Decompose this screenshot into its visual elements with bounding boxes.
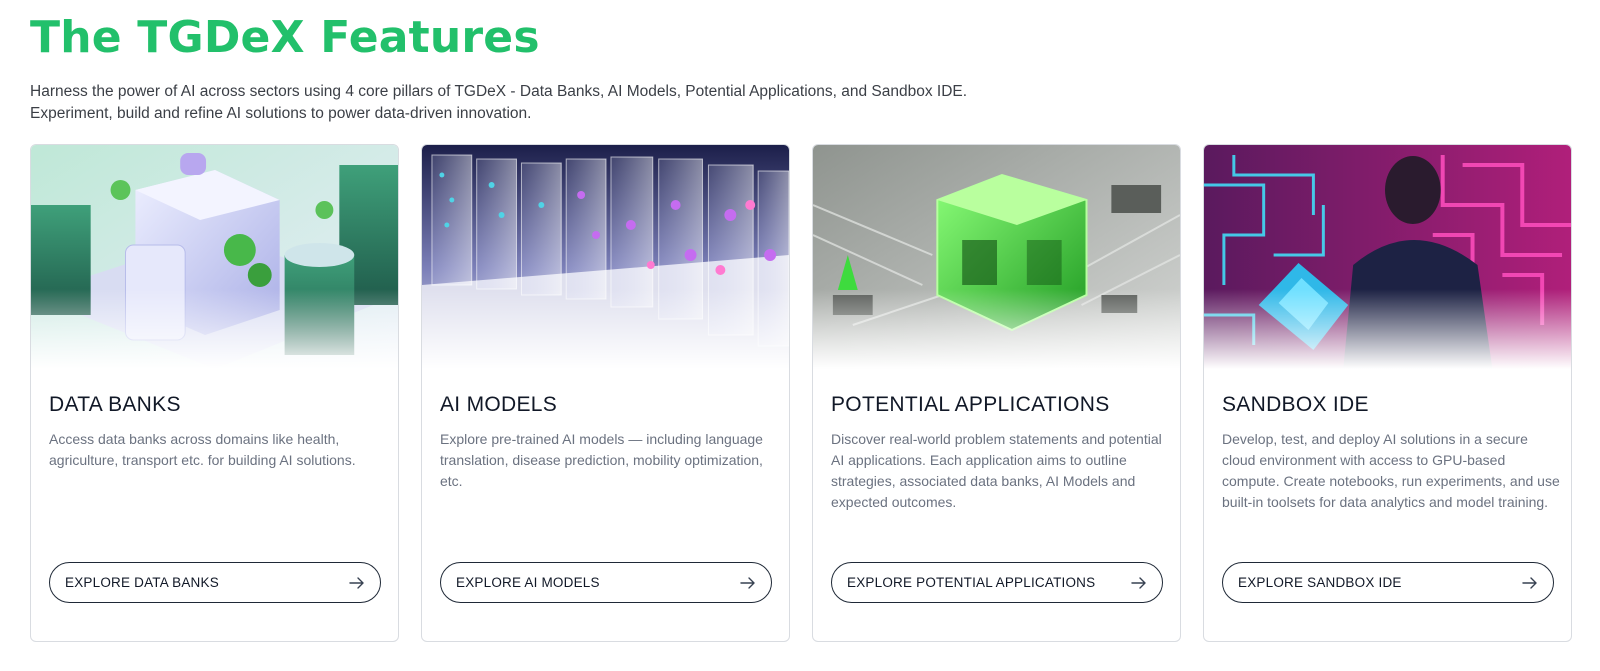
explore-potential-applications-button[interactable]: EXPLORE POTENTIAL APPLICATIONS bbox=[831, 562, 1163, 603]
card-ai-models: AI MODELS Explore pre-trained AI models … bbox=[421, 144, 790, 642]
button-label: EXPLORE AI MODELS bbox=[456, 575, 600, 590]
page-title: The TGDeX Features bbox=[30, 12, 540, 63]
card-title: POTENTIAL APPLICATIONS bbox=[831, 393, 1110, 416]
arrow-right-icon bbox=[1131, 576, 1146, 589]
button-label: EXPLORE DATA BANKS bbox=[65, 575, 219, 590]
button-label: EXPLORE POTENTIAL APPLICATIONS bbox=[847, 575, 1096, 590]
card-title: SANDBOX IDE bbox=[1222, 393, 1369, 416]
card-description: Access data banks across domains like he… bbox=[49, 431, 356, 468]
card-data-banks: DATA BANKS Access data banks across doma… bbox=[30, 144, 399, 642]
card-title: AI MODELS bbox=[440, 393, 558, 416]
intro-text: Harness the power of AI across sectors u… bbox=[30, 81, 1030, 125]
intro-line-2: Experiment, build and refine AI solution… bbox=[30, 105, 532, 122]
card-description: Discover real-world problem statements a… bbox=[831, 431, 1162, 510]
card-potential-applications: POTENTIAL APPLICATIONS Discover real-wor… bbox=[812, 144, 1181, 642]
arrow-right-icon bbox=[1522, 576, 1537, 589]
explore-data-banks-button[interactable]: EXPLORE DATA BANKS bbox=[49, 562, 381, 603]
developer-neon-image bbox=[1204, 145, 1571, 369]
card-title: DATA BANKS bbox=[49, 393, 181, 416]
glass-panels-image bbox=[422, 145, 789, 369]
card-sandbox-ide: SANDBOX IDE Develop, test, and deploy AI… bbox=[1203, 144, 1572, 642]
explore-ai-models-button[interactable]: EXPLORE AI MODELS bbox=[440, 562, 772, 603]
intro-line-1: Harness the power of AI across sectors u… bbox=[30, 83, 968, 100]
arrow-right-icon bbox=[740, 576, 755, 589]
card-description: Explore pre-trained AI models — includin… bbox=[440, 431, 763, 489]
card-description: Develop, test, and deploy AI solutions i… bbox=[1222, 431, 1560, 510]
feature-cards: DATA BANKS Access data banks across doma… bbox=[30, 144, 1572, 642]
green-chip-image bbox=[813, 145, 1180, 369]
isometric-data-center-image bbox=[31, 145, 398, 369]
features-section: The TGDeX Features Harness the power of … bbox=[0, 0, 1600, 671]
button-label: EXPLORE SANDBOX IDE bbox=[1238, 575, 1402, 590]
arrow-right-icon bbox=[349, 576, 364, 589]
explore-sandbox-ide-button[interactable]: EXPLORE SANDBOX IDE bbox=[1222, 562, 1554, 603]
